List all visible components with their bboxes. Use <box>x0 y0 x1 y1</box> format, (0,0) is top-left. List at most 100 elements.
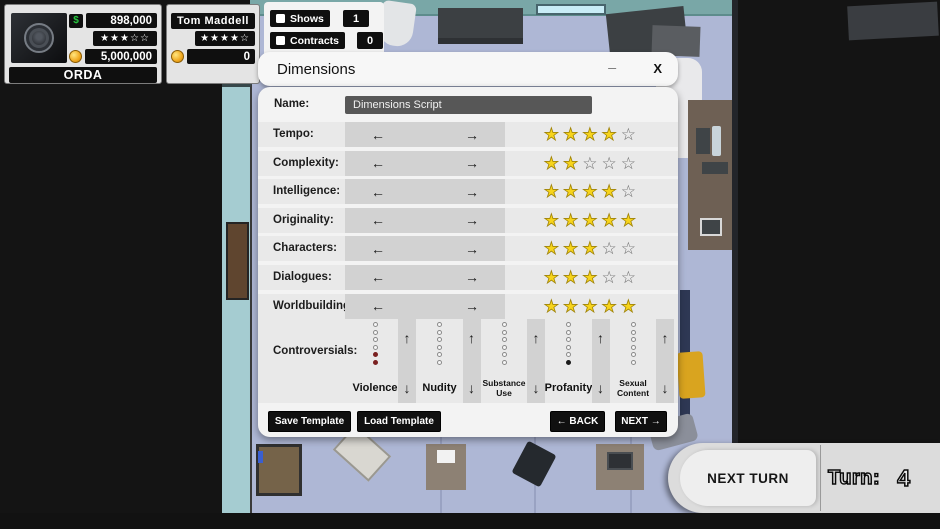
rival-stars: ★★★★☆ <box>195 31 255 46</box>
star-icon: ☆ <box>621 154 640 173</box>
decrease-arrow-button[interactable]: ← <box>371 299 385 313</box>
level-dot-icon <box>373 345 378 350</box>
arrow-strip: ←→ <box>345 236 505 261</box>
decrease-arrow-button[interactable]: ← <box>371 128 385 142</box>
save-template-button[interactable]: Save Template <box>268 411 351 432</box>
arrow-strip: ←→ <box>345 265 505 290</box>
increase-arrow-button[interactable]: → <box>465 270 479 284</box>
arrow-strip-vertical: ↑↓ <box>656 319 674 403</box>
star-icon: ★ <box>602 125 621 144</box>
controversial-group: Sexual Content↑↓ <box>603 319 674 403</box>
level-dot-icon <box>631 322 636 327</box>
level-dot-icon <box>502 352 507 357</box>
contracts-toggle[interactable]: Contracts <box>270 32 345 49</box>
level-dot-icon <box>566 360 571 365</box>
attribute-row: Originality:←→★★★★★ <box>258 208 678 233</box>
level-dot-icon <box>502 322 507 327</box>
level-dot-icon <box>566 352 571 357</box>
star-icon: ★ <box>582 182 601 201</box>
next-turn-button[interactable]: NEXT TURN <box>680 450 816 506</box>
level-dot-icon <box>437 352 442 357</box>
level-dot-icon <box>437 337 442 342</box>
dots-column <box>358 322 392 365</box>
controversial-label: Profanity <box>545 382 593 394</box>
star-icon: ☆ <box>621 182 640 201</box>
next-button[interactable]: NEXT → <box>615 411 667 432</box>
star-icon: ★ <box>544 125 563 144</box>
star-icon: ★ <box>544 239 563 258</box>
star-rating: ★★★☆☆ <box>544 239 640 259</box>
minimize-button[interactable]: _ <box>608 54 616 70</box>
increase-arrow-button[interactable]: → <box>465 156 479 170</box>
decrease-arrow-button[interactable]: ← <box>371 185 385 199</box>
star-icon: ★ <box>582 125 601 144</box>
script-name-input[interactable] <box>345 96 592 114</box>
decrease-arrow-button[interactable]: ← <box>371 270 385 284</box>
player-panel: $ 898,000 ★★★☆☆ 5,000,000 ORDA <box>4 4 162 84</box>
increase-arrow-button[interactable]: → <box>465 128 479 142</box>
increase-arrow-button[interactable]: → <box>465 242 479 256</box>
contracts-count: 0 <box>357 32 383 49</box>
back-button[interactable]: ← BACK <box>550 411 605 432</box>
star-icon: ★ <box>563 268 582 287</box>
attribute-label: Worldbuilding: <box>273 300 354 312</box>
dots-column <box>423 322 457 365</box>
level-dot-icon <box>437 360 442 365</box>
level-dot-icon <box>373 330 378 335</box>
turn-value: 4 <box>897 465 924 492</box>
turn-label: Turn: <box>828 467 880 490</box>
star-rating: ★★☆☆☆ <box>544 154 640 174</box>
scene-desk <box>426 444 466 490</box>
star-icon: ★ <box>544 182 563 201</box>
increase-arrow-button[interactable]: → <box>465 213 479 227</box>
star-rating: ★★★★★ <box>544 297 640 317</box>
star-icon: ★ <box>563 297 582 316</box>
star-icon: ☆ <box>621 125 640 144</box>
arrow-strip: ←→ <box>345 294 505 319</box>
level-dot-icon <box>373 337 378 342</box>
scene-right-wall <box>732 0 738 445</box>
star-icon: ★ <box>563 154 582 173</box>
lens-icon <box>24 23 54 53</box>
contracts-label: Contracts <box>290 35 339 47</box>
scene-window <box>536 4 606 15</box>
scene-yellow-chair <box>676 351 705 399</box>
increase-arrow-button[interactable]: ↑ <box>662 331 669 345</box>
shows-toggle[interactable]: Shows <box>270 10 330 27</box>
turn-panel: NEXT TURN Turn: 4 <box>668 443 940 513</box>
name-label: Name: <box>274 98 309 110</box>
increase-arrow-button[interactable]: → <box>465 299 479 313</box>
checkbox-icon[interactable] <box>276 36 285 45</box>
decrease-arrow-button[interactable]: ↓ <box>662 381 669 395</box>
star-icon: ★ <box>582 297 601 316</box>
level-dot-icon <box>631 337 636 342</box>
player-stars: ★★★☆☆ <box>93 31 157 46</box>
attribute-label: Intelligence: <box>273 185 340 197</box>
dialog-buttons: Save Template Load Template ← BACK NEXT … <box>258 411 678 433</box>
decrease-arrow-button[interactable]: ← <box>371 213 385 227</box>
attribute-row: Characters:←→★★★☆☆ <box>258 236 678 261</box>
load-template-button[interactable]: Load Template <box>357 411 441 432</box>
divider <box>820 445 821 511</box>
dialog-titlebar[interactable]: Dimensions _ X <box>258 52 678 86</box>
star-icon: ★ <box>582 211 601 230</box>
name-row: Name: <box>258 96 678 114</box>
star-rating: ★★★★☆ <box>544 125 640 145</box>
rival-panel: Tom Maddell ★★★★☆ 0 <box>166 4 260 84</box>
decrease-arrow-button[interactable]: ← <box>371 156 385 170</box>
level-dot-icon <box>566 337 571 342</box>
attribute-rows: Tempo:←→★★★★☆Complexity:←→★★☆☆☆Intellige… <box>258 122 678 319</box>
controversial-label: Substance Use <box>481 379 527 399</box>
checkbox-icon[interactable] <box>276 14 285 23</box>
controversial-label: Sexual Content <box>610 379 656 399</box>
dots-column <box>616 322 650 365</box>
attribute-row: Worldbuilding:←→★★★★★ <box>258 294 678 319</box>
star-icon: ☆ <box>621 239 640 258</box>
star-icon: ★ <box>621 211 640 230</box>
star-icon: ★ <box>602 297 621 316</box>
dialog-body: Name: Tempo:←→★★★★☆Complexity:←→★★☆☆☆Int… <box>258 87 678 437</box>
increase-arrow-button[interactable]: → <box>465 185 479 199</box>
decrease-arrow-button[interactable]: ← <box>371 242 385 256</box>
close-button[interactable]: X <box>653 61 662 76</box>
attribute-label: Characters: <box>273 242 337 254</box>
